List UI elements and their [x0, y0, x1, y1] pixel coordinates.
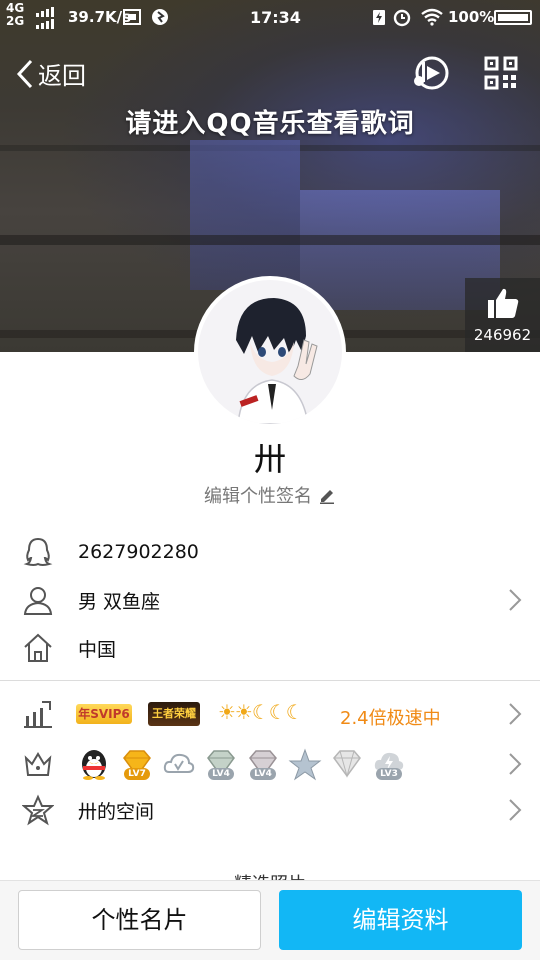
gem-badge: LV7 — [120, 748, 154, 782]
lyric-prompt[interactable]: 请进入QQ音乐查看歌词 — [0, 103, 540, 140]
cover-decoration — [0, 235, 540, 245]
network-indicator: 4G 2G — [6, 2, 24, 28]
chevron-right-icon — [509, 799, 522, 821]
pencil-icon — [320, 490, 334, 504]
network-type-bottom: 2G — [6, 14, 25, 28]
edit-profile-button[interactable]: 编辑资料 — [279, 890, 522, 950]
qq-penguin-icon — [23, 537, 53, 566]
chevron-right-icon — [509, 589, 522, 611]
gem-badge: LV3 — [372, 748, 406, 782]
gem-badge: LV4 — [246, 748, 280, 782]
battery-percentage: 100% — [448, 8, 495, 26]
diamond-icon — [333, 750, 361, 778]
like-count: 246962 — [473, 326, 532, 344]
back-label: 返回 — [38, 62, 86, 90]
gender-zodiac-row[interactable]: 男 双鱼座 — [0, 576, 540, 624]
chevron-left-icon — [16, 59, 33, 88]
qq-number-row: 2627902280 — [0, 528, 540, 576]
clock: 17:34 — [250, 8, 301, 27]
back-button[interactable]: 返回 — [14, 56, 86, 91]
chevron-right-icon — [509, 753, 522, 775]
section-divider — [0, 680, 540, 681]
avatar-image — [198, 280, 342, 424]
star-icon — [288, 748, 322, 781]
gem-level: LV7 — [124, 768, 150, 780]
person-icon — [23, 587, 53, 615]
battery-icon — [494, 10, 532, 25]
gem-level: LV3 — [376, 768, 402, 780]
qr-code-icon[interactable] — [484, 56, 518, 90]
charging-icon — [373, 10, 385, 25]
game-badge: 王者荣耀 — [148, 702, 200, 726]
alarm-icon — [393, 9, 411, 27]
app-notification-icon — [152, 9, 168, 25]
qzone-row[interactable]: 卅的空间 — [0, 786, 540, 834]
home-icon — [24, 633, 52, 662]
growth-chart-icon — [24, 701, 52, 728]
gem-badge — [330, 748, 364, 782]
thumbs-up-icon — [487, 288, 518, 318]
qq-level-icons: ☀☀☾☾☾ — [218, 700, 304, 724]
music-icon[interactable] — [410, 54, 450, 92]
gender-zodiac: 男 双鱼座 — [78, 590, 161, 613]
profile-card-button[interactable]: 个性名片 — [18, 890, 261, 950]
penguin-icon — [82, 750, 106, 780]
chevron-right-icon — [509, 703, 522, 725]
location: 中国 — [78, 638, 117, 661]
signal-icon — [36, 7, 54, 29]
signature-edit[interactable]: 编辑个性签名 — [0, 482, 540, 508]
profile-page: 4G 2G 39.7K/s 17:34 100% 返回 请进入QQ音乐查看歌词 … — [0, 0, 540, 960]
wifi-icon — [421, 8, 443, 26]
screenshot-icon — [123, 9, 141, 25]
gem-badge: LV4 — [204, 748, 238, 782]
speed-status: 2.4倍极速中 — [340, 708, 441, 729]
gem-level: LV4 — [250, 768, 276, 780]
crown-icon — [24, 752, 52, 776]
gem-level: LV4 — [208, 768, 234, 780]
like-button[interactable]: 246962 — [465, 278, 540, 352]
nickname: 卅 — [253, 440, 286, 478]
cloud-icon — [163, 753, 195, 773]
location-row: 中国 — [0, 624, 540, 672]
qzone-label: 卅的空间 — [78, 800, 155, 823]
qq-number: 2627902280 — [78, 541, 199, 563]
status-bar: 4G 2G 39.7K/s 17:34 100% — [0, 0, 540, 34]
gem-badge — [288, 748, 322, 782]
avatar[interactable] — [194, 276, 346, 428]
gem-badge — [162, 748, 196, 782]
svip-badge: 年SVIP6 — [76, 704, 132, 724]
cover-decoration — [190, 140, 300, 290]
qzone-star-icon — [22, 794, 54, 826]
signature-prompt: 编辑个性签名 — [204, 486, 312, 507]
